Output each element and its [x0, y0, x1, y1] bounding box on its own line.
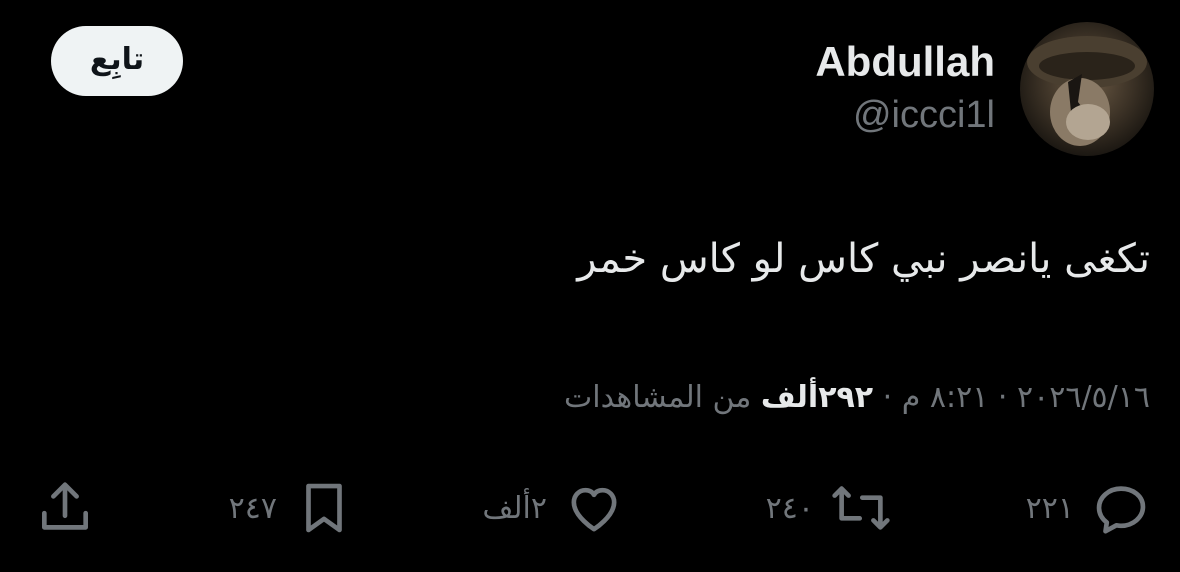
tweet-time[interactable]: ٨:٢١ م [902, 380, 989, 415]
repost-button[interactable]: ٢٤٠ [766, 470, 892, 546]
like-count: ٢ألف [482, 490, 547, 526]
meta-separator: · [997, 380, 1008, 415]
user-handle[interactable]: @iccci1l [853, 94, 995, 137]
reply-count: ٢٢١ [1025, 490, 1074, 526]
meta-separator: · [882, 380, 893, 415]
action-bar: ٢٢١ ٢٤٠ ٢ألف ٢٤٧ [0, 470, 1180, 546]
heart-icon [571, 487, 617, 532]
bookmark-button[interactable]: ٢٤٧ [229, 470, 355, 546]
tweet-text: تكغى يانصر نبي كاس لو كاس خمر [577, 236, 1150, 282]
like-button[interactable]: ٢ألف [482, 470, 625, 546]
repost-icon [832, 486, 890, 530]
follow-button[interactable]: تابِع [51, 26, 183, 96]
views-count[interactable]: ٢٩٢ألف [761, 380, 873, 415]
share-icon [42, 482, 88, 530]
tweet-date[interactable]: ٢٠٢٦/٥/١٦ [1017, 380, 1150, 415]
bookmark-icon [306, 483, 342, 533]
avatar-image [1027, 36, 1147, 146]
avatar[interactable] [1020, 22, 1154, 156]
reply-button[interactable]: ٢٢١ [1026, 470, 1152, 546]
repost-count: ٢٤٠ [765, 490, 814, 526]
share-button[interactable] [34, 470, 96, 546]
reply-icon [1096, 486, 1146, 534]
tweet-meta: ٢٠٢٦/٥/١٦ · ٨:٢١ م · ٢٩٢ألف من المشاهدات [564, 380, 1150, 415]
bookmark-count: ٢٤٧ [228, 490, 277, 526]
views-label: من المشاهدات [564, 380, 752, 415]
display-name[interactable]: Abdullah [815, 38, 995, 86]
